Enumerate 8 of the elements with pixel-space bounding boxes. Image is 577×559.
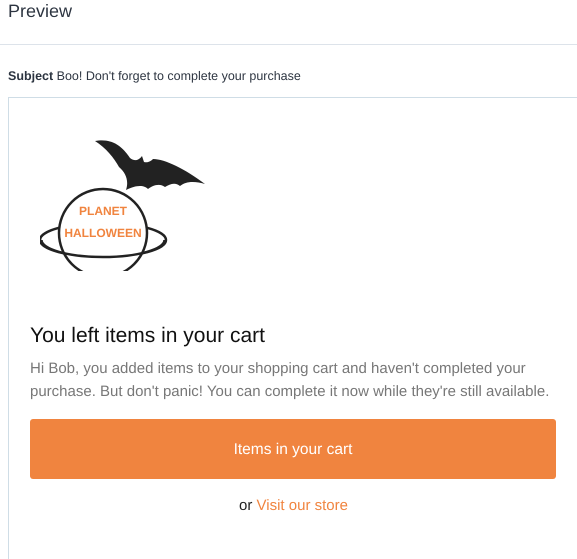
preview-title: Preview xyxy=(8,2,72,20)
store-link[interactable]: Visit our store xyxy=(256,497,348,514)
email-heading: You left items in your cart xyxy=(30,323,266,348)
subject-line: Subject Boo! Don't forget to complete your purchase xyxy=(8,69,301,83)
planet-halloween-logo: PLANET HALLOWEEN xyxy=(40,136,210,271)
cart-button[interactable]: Items in your cart xyxy=(30,419,556,480)
email-body: Hi Bob, you added items to your shopping cart and haven't completed your purchase. But don't panic! You can complete it now while they're still available. xyxy=(30,359,550,402)
footer-text: or Visit our store xyxy=(238,496,349,516)
